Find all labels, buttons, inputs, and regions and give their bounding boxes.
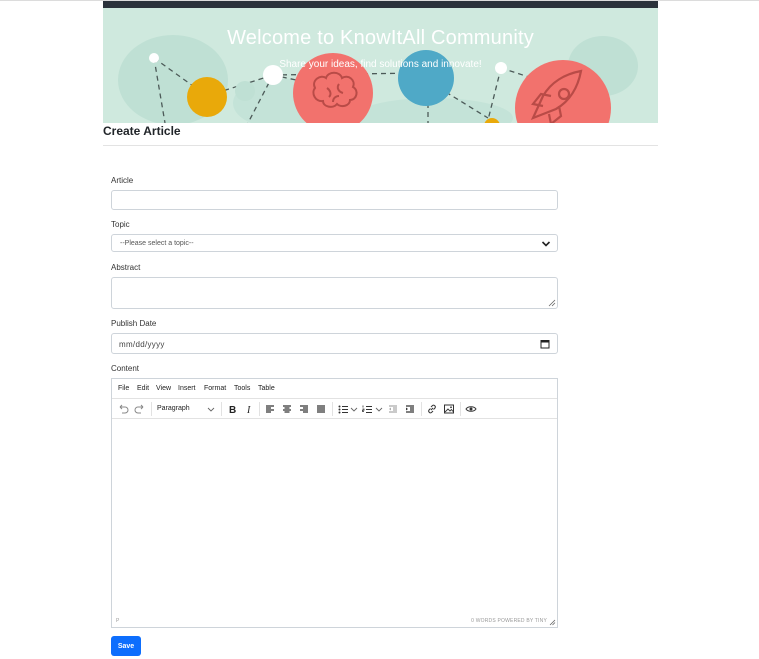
resize-handle-icon[interactable] [549, 619, 556, 626]
page-title: Create Article [103, 124, 181, 138]
bullet-list-icon[interactable] [337, 403, 349, 415]
preview-icon[interactable] [465, 403, 477, 415]
title-divider [103, 145, 658, 146]
article-label: Article [111, 176, 134, 185]
editor-toolbar: Paragraph B I [112, 399, 557, 419]
publish-date-label: Publish Date [111, 319, 157, 328]
publish-date-input[interactable]: mm/dd/yyyy [111, 333, 558, 354]
align-right-icon[interactable] [298, 403, 310, 415]
topic-select-value: --Please select a topic-- [120, 240, 194, 247]
editor-menubar: File Edit View Insert Format Tools Table [112, 379, 557, 399]
menu-insert[interactable]: Insert [178, 385, 196, 392]
svg-text:B: B [229, 405, 236, 415]
publish-date-placeholder: mm/dd/yyyy [119, 340, 165, 349]
block-format-select[interactable]: Paragraph [157, 405, 190, 412]
calendar-icon[interactable] [540, 339, 550, 349]
indent-icon[interactable] [404, 403, 416, 415]
status-word-count: 0 WORDS POWERED BY TINY [471, 618, 547, 624]
svg-text:I: I [246, 405, 251, 415]
banner-title: Welcome to KnowItAll Community [227, 27, 534, 49]
topic-select[interactable]: --Please select a topic-- [111, 234, 558, 252]
menu-file[interactable]: File [118, 385, 129, 392]
hero-banner: Welcome to KnowItAll Community Share you… [103, 8, 658, 123]
article-input[interactable] [111, 190, 558, 210]
status-element-path: P [116, 618, 120, 624]
chevron-down-icon [541, 241, 551, 247]
rich-text-editor[interactable]: File Edit View Insert Format Tools Table… [111, 378, 558, 628]
menu-tools[interactable]: Tools [234, 385, 250, 392]
redo-icon[interactable] [134, 403, 146, 415]
numbered-list-icon[interactable] [361, 403, 373, 415]
image-icon[interactable] [443, 403, 455, 415]
align-center-icon[interactable] [281, 403, 293, 415]
chevron-down-icon[interactable] [350, 403, 358, 415]
save-button[interactable]: Save [111, 636, 141, 656]
abstract-label: Abstract [111, 263, 141, 272]
align-justify-icon[interactable] [315, 403, 327, 415]
bold-icon[interactable]: B [226, 403, 238, 415]
navbar [103, 1, 658, 8]
resize-handle-icon[interactable] [548, 299, 556, 307]
chevron-down-icon[interactable] [207, 403, 215, 415]
editor-content-area[interactable] [112, 420, 557, 618]
align-left-icon[interactable] [264, 403, 276, 415]
italic-icon[interactable]: I [243, 403, 255, 415]
menu-view[interactable]: View [156, 385, 171, 392]
abstract-textarea[interactable] [111, 277, 558, 309]
undo-icon[interactable] [117, 403, 129, 415]
menu-edit[interactable]: Edit [137, 385, 149, 392]
editor-statusbar: P 0 WORDS POWERED BY TINY [112, 617, 557, 627]
topic-label: Topic [111, 220, 130, 229]
content-label: Content [111, 364, 140, 373]
link-icon[interactable] [426, 403, 438, 415]
outdent-icon[interactable] [387, 403, 399, 415]
menu-format[interactable]: Format [204, 385, 226, 392]
menu-table[interactable]: Table [258, 385, 275, 392]
chevron-down-icon[interactable] [375, 403, 383, 415]
banner-subtitle: Share your ideas, find solutions and inn… [279, 59, 482, 70]
